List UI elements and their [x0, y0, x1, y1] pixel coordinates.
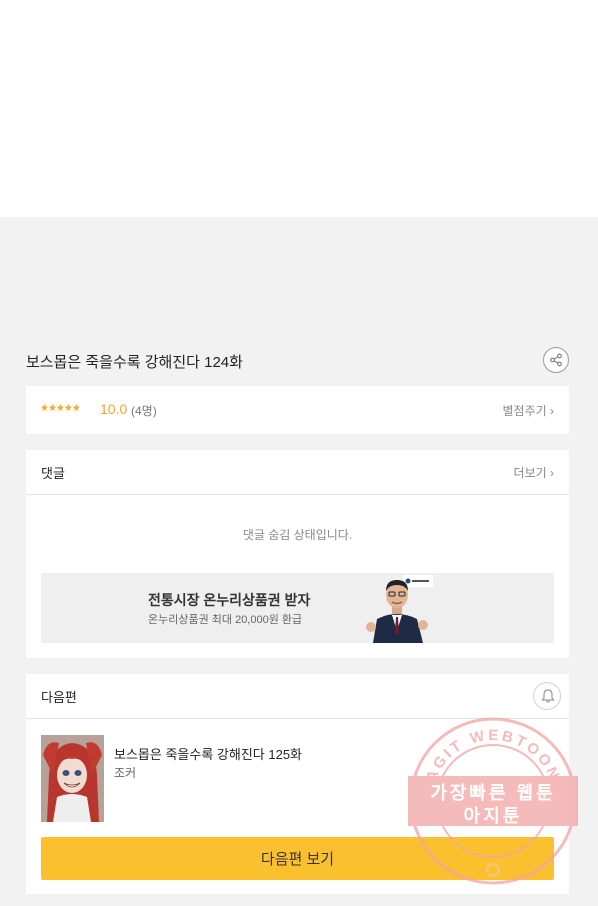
- next-episode-title[interactable]: 보스몹은 죽을수록 강해진다 125화: [114, 744, 302, 763]
- rating-score: 10.0: [100, 401, 128, 417]
- watermark-line2: 아지툰: [463, 806, 523, 826]
- comment-header: 댓글 더보기 ›: [26, 450, 569, 495]
- comment-card: 댓글 더보기 › 댓글 숨김 상태입니다. 전통시장 온누리상품권 받자 온누리…: [26, 450, 569, 658]
- rating-card: ★★★★★ 10.0 (4명) 별점주기 ›: [26, 386, 569, 434]
- share-icon: [550, 353, 562, 367]
- ad-title: 전통시장 온누리상품권 받자: [148, 592, 311, 608]
- ad-subtitle: 온누리상품권 최대 20,000원 환급: [148, 614, 303, 626]
- episode-title: 보스몹은 죽을수록 강해진다 124화: [26, 354, 243, 371]
- rate-link[interactable]: 별점주기 ›: [503, 402, 555, 419]
- rating-stars: ★★★★★: [40, 403, 81, 414]
- comment-label: 댓글: [41, 466, 65, 481]
- comment-hidden-message: 댓글 숨김 상태입니다.: [242, 528, 353, 542]
- notify-button[interactable]: [533, 682, 561, 710]
- ad-banner[interactable]: 전통시장 온누리상품권 받자 온누리상품권 최대 20,000원 환급: [41, 573, 554, 643]
- next-episode-header: 다음편: [26, 674, 569, 719]
- next-episode-author: 조커: [114, 766, 137, 780]
- episode-title-row: 보스몹은 죽을수록 강해진다 124화: [26, 347, 570, 375]
- share-button[interactable]: [543, 347, 569, 373]
- ad-person-image: [366, 575, 433, 643]
- next-episode-thumbnail[interactable]: [41, 735, 104, 822]
- next-episode-label: 다음편: [41, 690, 77, 705]
- watermark-stamp: AGIT WEBTOON 가장빠른 웹툰 아지툰: [408, 716, 578, 886]
- content-area-top: [0, 0, 598, 217]
- bell-icon: [541, 689, 555, 703]
- comment-more-link[interactable]: 더보기 ›: [514, 464, 554, 481]
- rating-count: (4명): [131, 404, 157, 418]
